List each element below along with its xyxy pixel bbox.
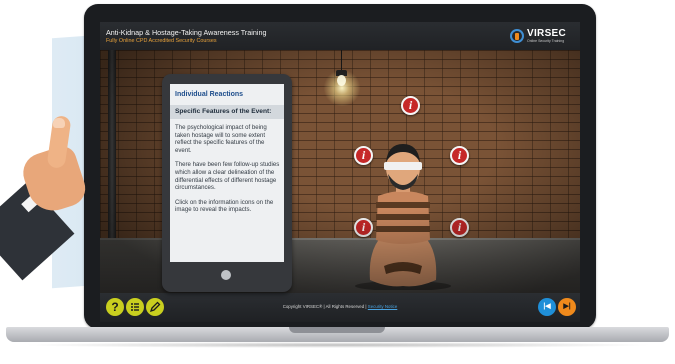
tablet-paragraph: The psychological impact of being taken … xyxy=(175,124,267,154)
tablet-home-button xyxy=(221,270,231,280)
back-button[interactable]: |◀ xyxy=(538,298,556,316)
next-button[interactable]: ▶| xyxy=(558,298,576,316)
course-footer: ? Copyright VIRSEC® | All Rights Reserve… xyxy=(100,293,580,322)
tablet-screen: Individual Reactions Specific Features o… xyxy=(170,84,284,262)
tablet-title: Individual Reactions xyxy=(175,91,244,98)
tablet-subtitle: Specific Features of the Event: xyxy=(175,108,272,115)
laptop-shadow xyxy=(20,342,655,348)
course-player-screen: Anti-Kidnap & Hostage-Taking Awareness T… xyxy=(100,22,580,322)
logo-tagline: Online Security Training xyxy=(527,39,565,43)
laptop-notch xyxy=(289,327,385,333)
course-title: Anti-Kidnap & Hostage-Taking Awareness T… xyxy=(106,28,267,37)
tablet-paragraph: There have been few follow-up studies wh… xyxy=(175,161,280,192)
virsec-logo: VIRSEC Online Security Training xyxy=(510,26,572,46)
skip-back-icon: |◀ xyxy=(543,303,551,310)
thumb-nail xyxy=(53,118,65,128)
copyright-label: Copyright VIRSEC® | All Rights Reserved … xyxy=(282,304,368,309)
course-header: Anti-Kidnap & Hostage-Taking Awareness T… xyxy=(100,22,580,50)
tablet-body: The psychological impact of being taken … xyxy=(175,124,281,221)
tablet-panel: Individual Reactions Specific Features o… xyxy=(162,74,292,292)
virsec-logo-icon xyxy=(510,29,524,43)
tablet-paragraph: Click on the information icons on the im… xyxy=(175,198,274,214)
skip-next-icon: ▶| xyxy=(563,303,571,310)
course-subtitle: Fully Online CPD Accredited Security Cou… xyxy=(106,38,217,44)
security-notice-link[interactable]: Security Notice xyxy=(368,304,398,309)
copyright-text: Copyright VIRSEC® | All Rights Reserved … xyxy=(100,304,580,309)
logo-wordmark: VIRSEC xyxy=(527,28,567,39)
